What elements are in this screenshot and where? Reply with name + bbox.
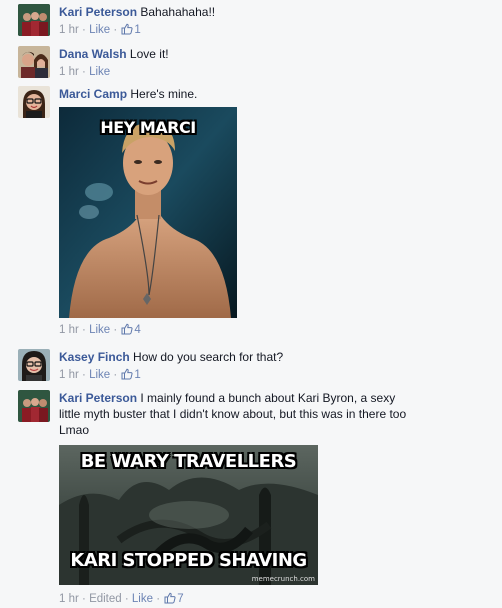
comment-meta: 1 hr · Like · 1 — [59, 23, 489, 39]
comment-author[interactable]: Marci Camp — [59, 87, 127, 101]
comment-text: Here's mine. — [130, 87, 198, 101]
comment-meta: 1 hr · Like — [59, 66, 111, 78]
thumbs-up-icon — [121, 323, 133, 339]
comment-time[interactable]: 1 hr — [59, 324, 79, 336]
thumbs-up-icon — [121, 368, 133, 384]
comment-time[interactable]: 1 hr — [59, 24, 79, 36]
avatar[interactable] — [18, 4, 50, 36]
like-count[interactable]: 1 — [120, 368, 141, 384]
avatar[interactable] — [18, 86, 50, 118]
comment-body: Kari Peterson Bahahahaha!! 1 hr · Like ·… — [59, 4, 489, 39]
comment-text: How do you search for that? — [133, 350, 284, 364]
meme-watermark: memecrunch.com — [251, 575, 315, 583]
meme-caption-top: HEY MARCI — [100, 118, 196, 137]
comment-body: Dana Walsh Love it! 1 hr · Like — [59, 46, 489, 79]
like-button[interactable]: Like — [89, 24, 110, 36]
comment-body: Kari Peterson I mainly found a bunch abo… — [59, 390, 409, 608]
like-count[interactable]: 7 — [163, 592, 184, 608]
like-button[interactable]: Like — [89, 369, 110, 381]
comment-meta: 1 hr · Edited · Like · 7 — [59, 592, 409, 608]
comment-author[interactable]: Kari Peterson — [59, 5, 137, 19]
like-count[interactable]: 1 — [120, 23, 141, 39]
comment-meta: 1 hr · Like · 4 — [59, 323, 489, 339]
meme-caption-bottom: KARI STOPPED SHAVING — [70, 550, 307, 571]
comment-time[interactable]: 1 hr — [59, 369, 79, 381]
meme-image[interactable]: BE WARY TRAVELLERS KARI STOPPED SHAVING … — [59, 445, 318, 585]
thumbs-up-icon — [121, 23, 133, 39]
comment-body: Marci Camp Here's mine. HEY MARCI 1 hr ·… — [59, 86, 489, 339]
like-button[interactable]: Like — [89, 66, 110, 78]
comment-meta: 1 hr · Like · 1 — [59, 368, 489, 384]
edited-label[interactable]: Edited — [89, 593, 122, 605]
comment-author[interactable]: Kari Peterson — [59, 391, 137, 405]
comment-time[interactable]: 1 hr — [59, 66, 79, 78]
comment-author[interactable]: Dana Walsh — [59, 47, 127, 61]
like-button[interactable]: Like — [89, 324, 110, 336]
like-count[interactable]: 4 — [120, 323, 141, 339]
avatar[interactable] — [18, 390, 50, 422]
comment-body: Kasey Finch How do you search for that? … — [59, 349, 489, 384]
meme-image[interactable]: HEY MARCI — [59, 107, 237, 318]
comment-time[interactable]: 1 hr — [59, 593, 79, 605]
comment-author[interactable]: Kasey Finch — [59, 350, 130, 364]
avatar[interactable] — [18, 349, 50, 381]
meme-caption-top: BE WARY TRAVELLERS — [80, 451, 297, 472]
thumbs-up-icon — [164, 592, 176, 608]
comment-text: Love it! — [129, 47, 169, 61]
comment-text: Bahahahaha!! — [140, 5, 216, 19]
avatar[interactable] — [18, 46, 50, 78]
like-button[interactable]: Like — [132, 593, 153, 605]
